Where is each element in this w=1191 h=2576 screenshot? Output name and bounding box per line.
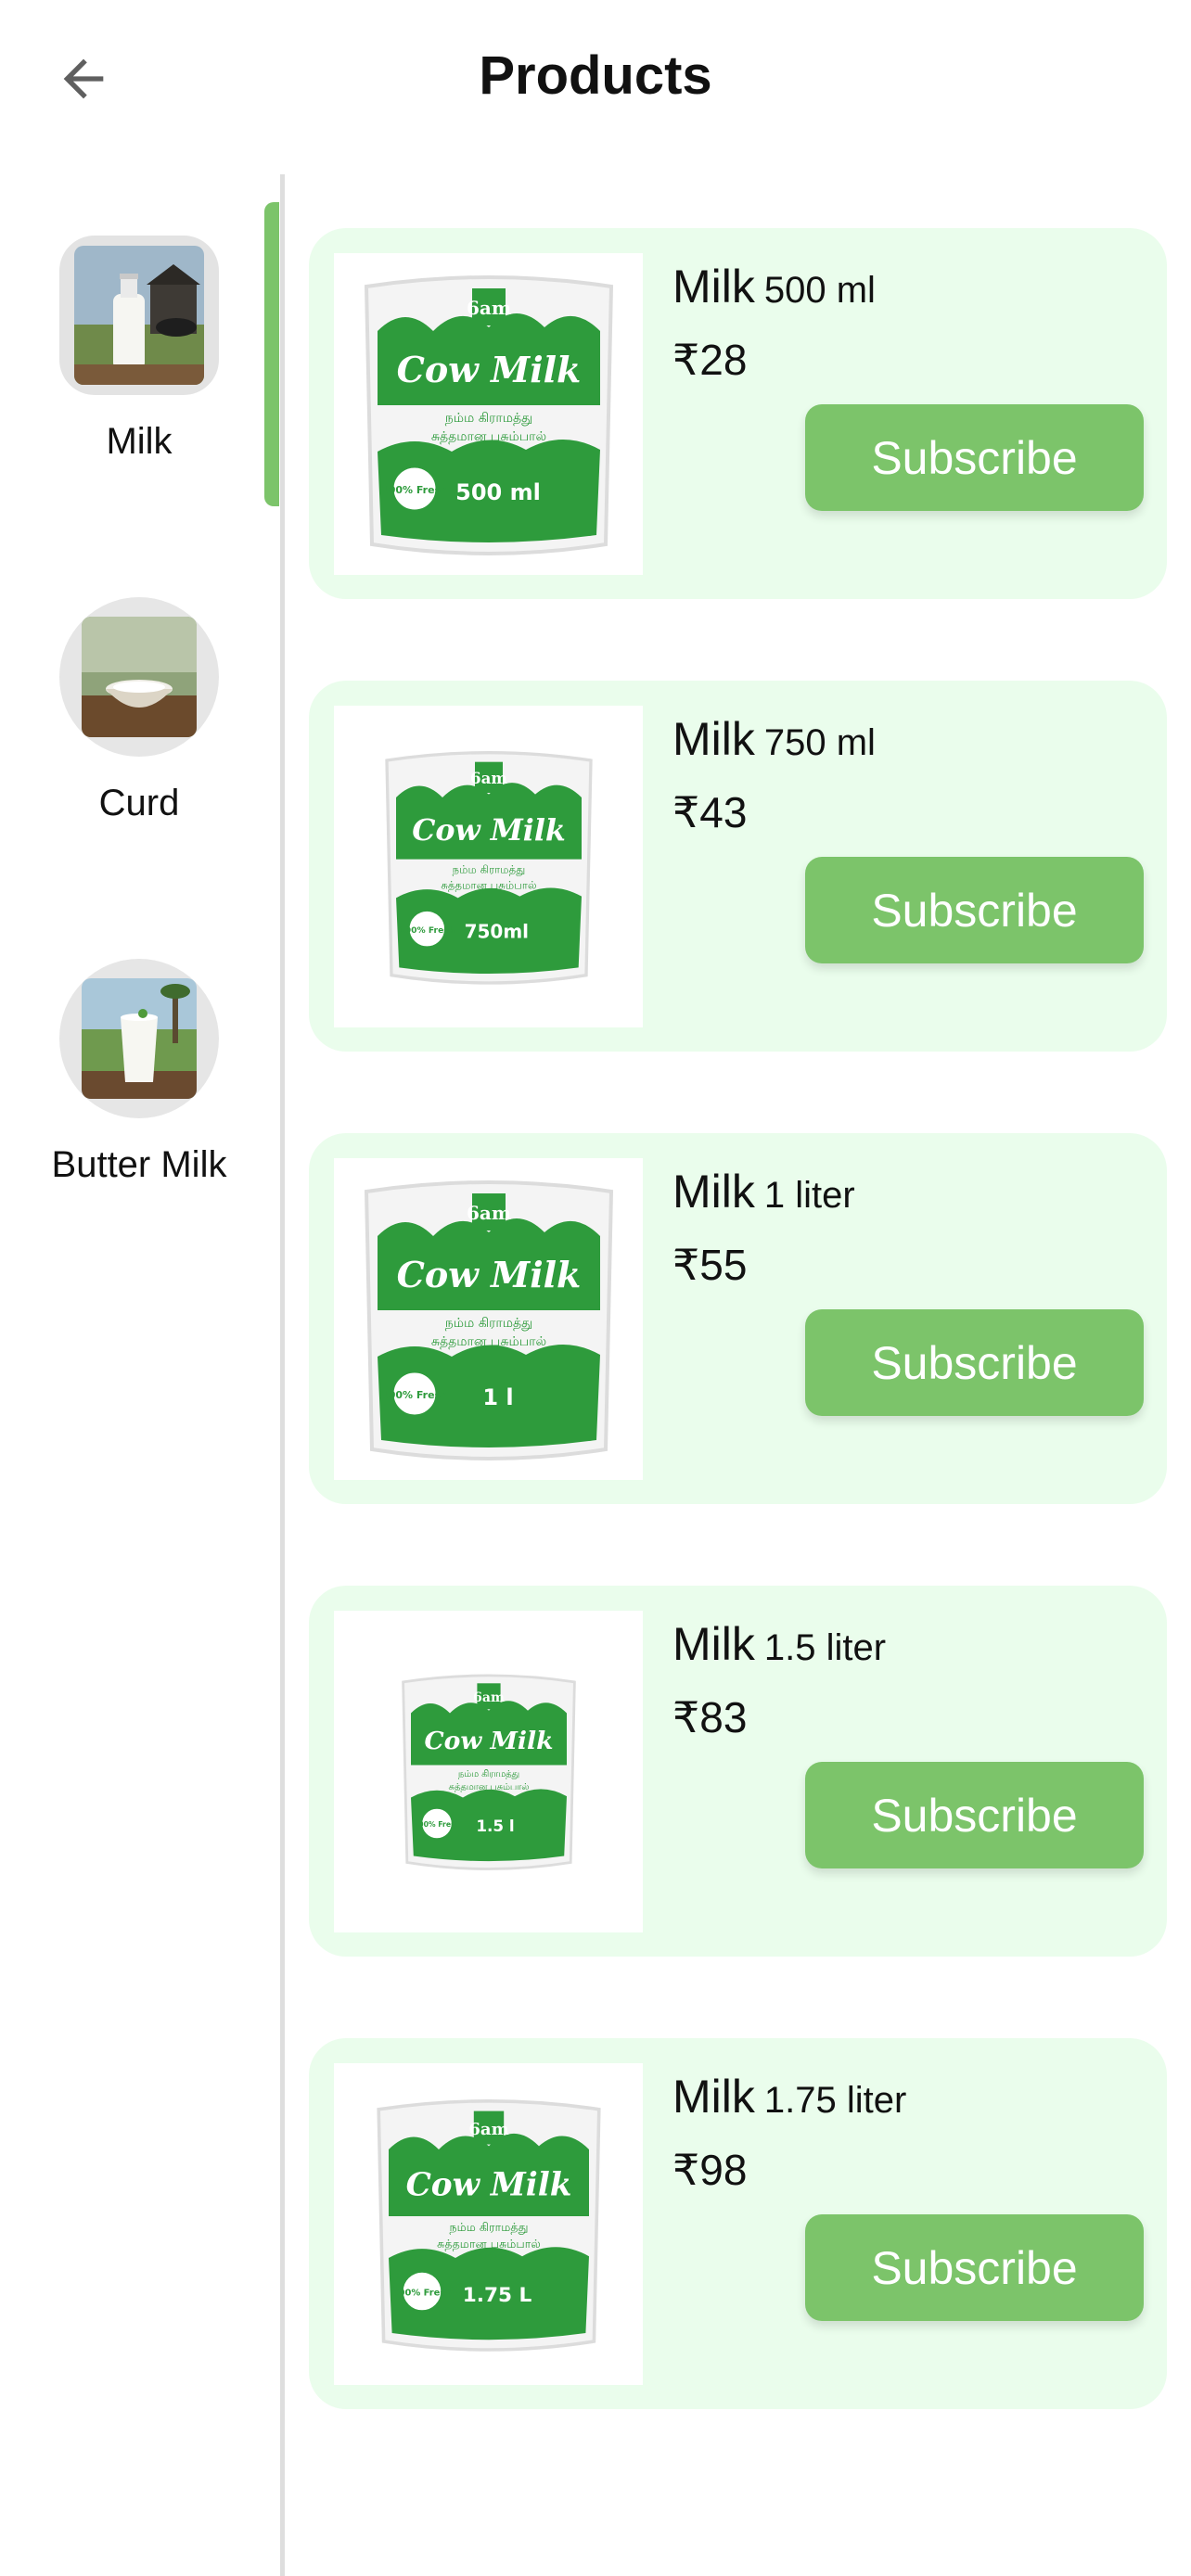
pack-tagline-2: சுத்தமான பசும்பால்	[441, 878, 537, 891]
pack-brand: 6am	[466, 297, 510, 319]
pack-brand: 6am	[466, 1202, 510, 1224]
pack-title: Cow Milk	[405, 2166, 571, 2203]
sidebar-divider	[280, 174, 285, 2576]
product-image: 6am Cow Milk நம்ம கிராமத்து சுத்தமான பசு…	[334, 253, 643, 575]
category-label: Butter Milk	[51, 1144, 227, 1185]
pack-volume: 750ml	[464, 920, 528, 942]
product-price: ₹55	[672, 1241, 748, 1289]
category-butter-milk[interactable]: Butter Milk	[0, 959, 278, 1186]
category-milk[interactable]: Milk	[0, 236, 278, 463]
page-title: Products	[479, 45, 712, 106]
subscribe-button[interactable]: Subscribe	[805, 1762, 1144, 1868]
active-category-indicator	[264, 202, 279, 506]
pack-title: Cow Milk	[412, 812, 566, 847]
pack-brand: 6am	[473, 1690, 505, 1705]
milk-pack-image: 6am Cow Milk நம்ம கிராமத்து சுத்தமான பசு…	[364, 274, 613, 555]
product-name: Milk 500 ml	[672, 261, 876, 312]
pack-tagline-1: நம்ம கிராமத்து	[449, 2220, 528, 2235]
pack-title: Cow Milk	[396, 349, 581, 390]
pack-badge: 100% Fresh	[381, 1389, 448, 1401]
milk-pack-image: 6am Cow Milk நம்ம கிராமத்து சுத்தமான பசு…	[364, 1180, 613, 1460]
butter-milk-glass-image	[82, 978, 197, 1099]
category-label: Curd	[98, 783, 180, 823]
milk-category-thumbnail	[59, 236, 219, 395]
product-image: 6am Cow Milk நம்ம கிராமத்து சுத்தமான பசு…	[334, 1158, 643, 1480]
product-name: Milk 1 liter	[672, 1166, 855, 1218]
category-label: Milk	[106, 421, 173, 462]
product-name: Milk 1.5 liter	[672, 1618, 887, 1670]
app-header: Products	[0, 0, 1191, 162]
milk-pack-image: 6am Cow Milk நம்ம கிராமத்து சுத்தமான பசு…	[384, 750, 593, 985]
subscribe-button[interactable]: Subscribe	[805, 1309, 1144, 1416]
product-card: 6am Cow Milk நம்ம கிராமத்து சுத்தமான பசு…	[309, 2038, 1167, 2409]
pack-title: Cow Milk	[396, 1254, 581, 1295]
pack-badge: 100% Fresh	[413, 1820, 459, 1829]
subscribe-button[interactable]: Subscribe	[805, 404, 1144, 511]
pack-tagline-1: நம்ம கிராமத்து	[444, 1316, 532, 1331]
product-price: ₹83	[672, 1693, 748, 1741]
milk-pack-image: 6am Cow Milk நம்ம கிராமத்து சுத்தமான பசு…	[401, 1674, 576, 1870]
pack-tagline-1: நம்ம கிராமத்து	[444, 411, 532, 426]
curd-bowl-image	[82, 617, 197, 737]
subscribe-button[interactable]: Subscribe	[805, 857, 1144, 963]
pack-tagline-1: நம்ம கிராமத்து	[457, 1769, 519, 1779]
product-image: 6am Cow Milk நம்ம கிராமத்து சுத்தமான பசு…	[334, 1611, 643, 1932]
milk-pack-image: 6am Cow Milk நம்ம கிராமத்து சுத்தமான பசு…	[376, 2098, 601, 2352]
butter-milk-category-thumbnail	[59, 959, 219, 1118]
product-card: 6am Cow Milk நம்ம கிராமத்து சுத்தமான பசு…	[309, 1586, 1167, 1957]
pack-volume: 1.5 l	[476, 1817, 514, 1835]
pack-tagline-1: நம்ம கிராமத்து	[452, 862, 525, 876]
pack-badge: 100% Fresh	[391, 2288, 452, 2298]
pack-badge: 100% Fresh	[399, 925, 455, 935]
pack-volume: 500 ml	[455, 479, 541, 505]
pack-brand: 6am	[469, 769, 506, 787]
pack-tagline-2: சுத்தமான பசும்பால்	[430, 429, 545, 444]
category-curd[interactable]: Curd	[0, 597, 278, 824]
product-image: 6am Cow Milk நம்ம கிராமத்து சுத்தமான பசு…	[334, 2063, 643, 2385]
milk-bottle-image	[74, 246, 204, 385]
category-sidebar: Milk Curd Butter Milk	[0, 174, 278, 2576]
product-name: Milk 750 ml	[672, 713, 876, 765]
pack-volume: 1 l	[482, 1384, 513, 1410]
product-card: 6am Cow Milk நம்ம கிராமத்து சுத்தமான பசு…	[309, 228, 1167, 599]
pack-tagline-2: சுத்தமான பசும்பால்	[430, 1334, 545, 1349]
curd-category-thumbnail	[59, 597, 219, 757]
pack-brand: 6am	[468, 2119, 508, 2138]
pack-title: Cow Milk	[424, 1727, 553, 1755]
pack-badge: 100% Fresh	[381, 484, 448, 496]
product-card: 6am Cow Milk நம்ம கிராமத்து சுத்தமான பசு…	[309, 1133, 1167, 1504]
subscribe-button[interactable]: Subscribe	[805, 2214, 1144, 2321]
product-card: 6am Cow Milk நம்ம கிராமத்து சுத்தமான பசு…	[309, 681, 1167, 1052]
product-name: Milk 1.75 liter	[672, 2071, 907, 2123]
pack-tagline-2: சுத்தமான பசும்பால்	[448, 1782, 529, 1792]
pack-volume: 1.75 L	[462, 2283, 531, 2306]
product-price: ₹98	[672, 2146, 748, 2194]
product-price: ₹43	[672, 788, 748, 836]
product-image: 6am Cow Milk நம்ம கிராமத்து சுத்தமான பசு…	[334, 706, 643, 1027]
pack-tagline-2: சுத்தமான பசும்பால்	[437, 2237, 541, 2251]
product-price: ₹28	[672, 336, 748, 384]
